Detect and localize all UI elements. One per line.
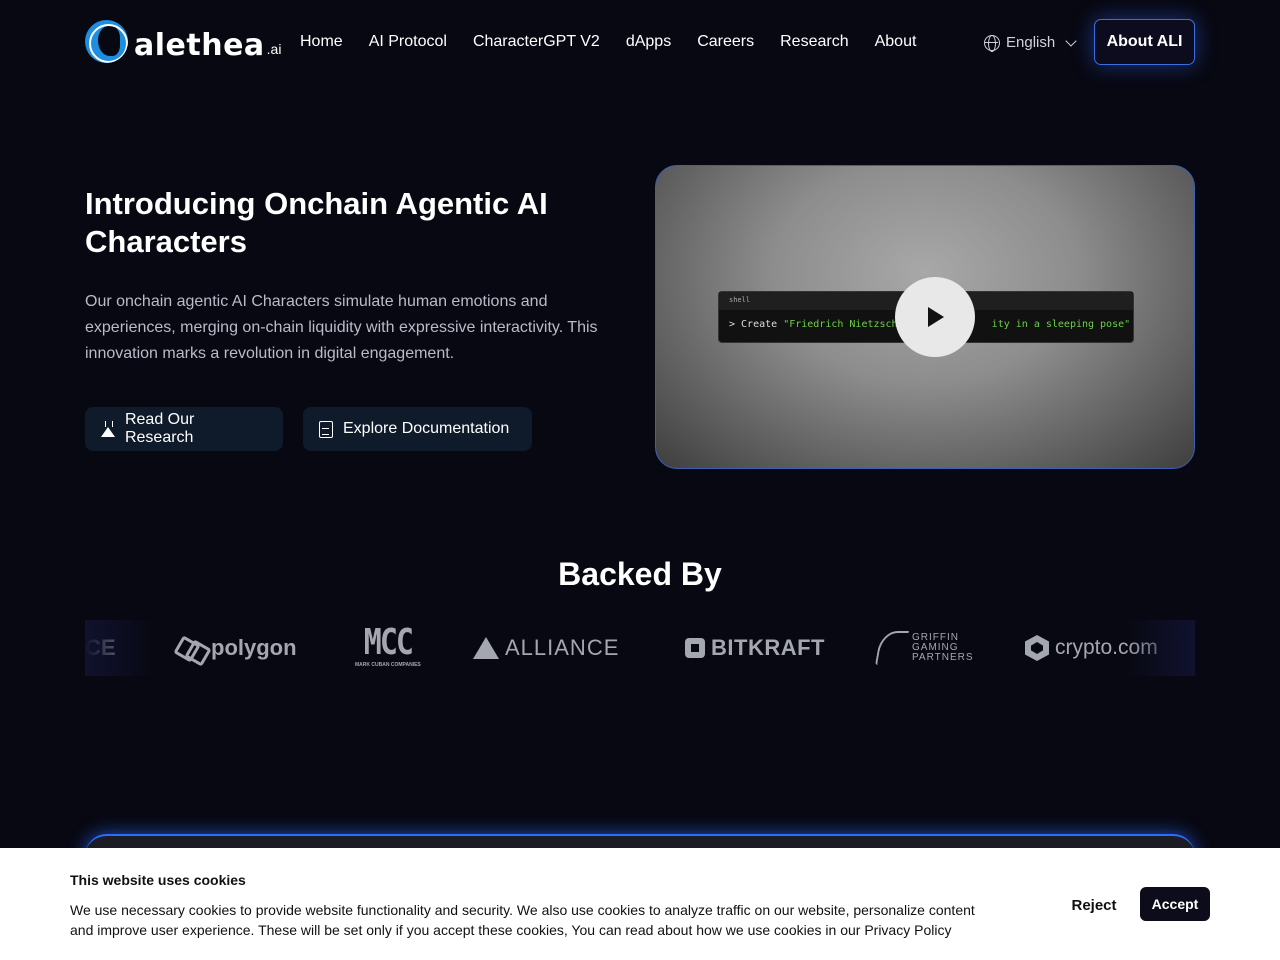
carousel-fade-left xyxy=(85,620,155,676)
bitkraft-logo: BITKRAFT xyxy=(685,620,825,676)
main-nav: Home AI Protocol CharacterGPT V2 dApps C… xyxy=(300,32,916,52)
hero-video[interactable]: shell > Create "Friedrich Nietzsche, w it… xyxy=(655,165,1195,469)
reject-cookies-button[interactable]: Reject xyxy=(1058,888,1130,922)
bitkraft-icon xyxy=(685,638,705,658)
alethea-logo-icon xyxy=(85,20,128,63)
mcc-logo: MCC MARK CUBAN COMPANIES xyxy=(355,620,421,676)
alliance-text: ALLIANCE xyxy=(505,635,620,660)
play-icon[interactable] xyxy=(895,277,975,357)
about-ali-button[interactable]: About ALI xyxy=(1094,19,1195,65)
nav-dapps[interactable]: dApps xyxy=(626,32,671,52)
terminal-command-end: ity in a sleeping pose" xyxy=(991,319,1131,330)
polygon-icon xyxy=(177,637,205,659)
chevron-down-icon xyxy=(1065,34,1077,47)
logo-suffix: .ai xyxy=(266,41,282,57)
cookie-banner: This website uses cookies We use necessa… xyxy=(0,848,1280,960)
backers-carousel: CE polygon MCC MARK CUBAN COMPANIES ALLI… xyxy=(85,620,1195,676)
griffin-text-3: PARTNERS xyxy=(912,652,974,663)
globe-icon xyxy=(984,34,1000,52)
crypto-com-icon xyxy=(1025,635,1049,661)
griffin-icon xyxy=(875,631,909,665)
read-research-label: Read Our Research xyxy=(124,411,195,446)
terminal-prompt: > Create xyxy=(729,319,784,330)
flask-icon xyxy=(101,421,115,437)
nav-about[interactable]: About xyxy=(875,32,917,52)
site-header: alethea .ai Home AI Protocol CharacterGP… xyxy=(0,0,1280,86)
griffin-text-block: GRIFFIN GAMING PARTNERS xyxy=(912,633,974,663)
logo-text: alethea xyxy=(134,28,265,63)
nav-home[interactable]: Home xyxy=(300,32,343,52)
bitkraft-text: BITKRAFT xyxy=(711,635,825,660)
alethea-logo[interactable]: alethea .ai xyxy=(85,20,281,63)
hero-description: Our onchain agentic AI Characters simula… xyxy=(85,293,598,362)
nav-charactergpt-v2[interactable]: CharacterGPT V2 xyxy=(473,32,600,52)
language-label: English xyxy=(1006,34,1056,51)
alliance-logo: ALLIANCE xyxy=(473,620,619,676)
mcc-block: MCC MARK CUBAN COMPANIES xyxy=(355,621,421,668)
nav-ai-protocol[interactable]: AI Protocol xyxy=(369,32,447,52)
triangle-icon xyxy=(473,637,499,659)
document-icon xyxy=(319,420,333,438)
carousel-fade-right xyxy=(1125,620,1195,676)
polygon-logo: polygon xyxy=(177,620,297,676)
cookie-text: We use necessary cookies to provide webs… xyxy=(70,902,975,938)
cookie-title: This website uses cookies xyxy=(70,872,246,888)
explore-documentation-label: Explore Documentation xyxy=(343,420,510,437)
nav-careers[interactable]: Careers xyxy=(697,32,754,52)
backed-by-title: Backed By xyxy=(558,556,722,592)
accept-cookies-button[interactable]: Accept xyxy=(1140,887,1210,921)
griffin-logo: GRIFFIN GAMING PARTNERS xyxy=(875,620,974,676)
explore-documentation-button[interactable]: Explore Documentation xyxy=(303,407,532,451)
mcc-text: MCC xyxy=(363,621,414,664)
hero-title: Introducing Onchain Agentic AI Character… xyxy=(85,186,548,259)
read-research-button[interactable]: Read Our Research xyxy=(85,407,283,451)
language-selector[interactable]: English xyxy=(984,34,1077,52)
polygon-text: polygon xyxy=(211,635,297,660)
nav-research[interactable]: Research xyxy=(780,32,848,52)
